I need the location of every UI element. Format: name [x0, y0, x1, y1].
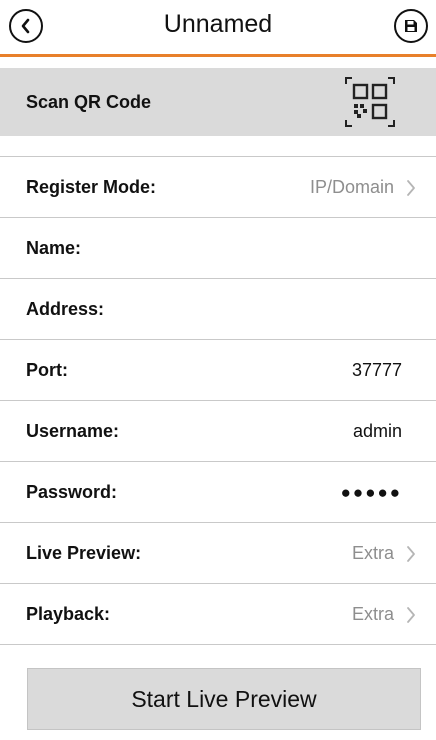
- save-icon: [405, 20, 417, 32]
- username-value[interactable]: admin: [353, 421, 402, 442]
- address-row[interactable]: Address:: [0, 279, 436, 340]
- password-label: Password:: [26, 482, 118, 502]
- save-button[interactable]: [394, 9, 428, 43]
- port-label: Port:: [26, 360, 68, 380]
- playback-label: Playback:: [26, 604, 111, 624]
- live-preview-label: Live Preview:: [26, 543, 142, 563]
- password-value[interactable]: ●●●●●: [341, 483, 402, 503]
- playback-row[interactable]: Playback: Extra: [0, 584, 436, 645]
- chevron-right-icon: [407, 546, 415, 562]
- register-mode-value: IP/Domain: [309, 177, 394, 197]
- address-label: Address:: [26, 299, 105, 319]
- password-row[interactable]: Password: ●●●●●: [0, 462, 436, 523]
- playback-value: Extra: [351, 604, 394, 624]
- page-title: Unnamed: [163, 10, 273, 38]
- chevron-right-icon: [407, 607, 415, 623]
- top-nav-bar: Unnamed: [0, 0, 436, 57]
- username-label: Username:: [26, 421, 120, 441]
- name-row[interactable]: Name:: [0, 218, 436, 279]
- port-row[interactable]: Port: 37777: [0, 340, 436, 401]
- settings-list: Register Mode: IP/Domain Name: Address: …: [0, 156, 436, 645]
- username-row[interactable]: Username: admin: [0, 401, 436, 462]
- live-preview-value: Extra: [351, 543, 394, 563]
- qr-code-icon: [345, 77, 395, 127]
- register-mode-label: Register Mode:: [26, 177, 157, 197]
- register-mode-row[interactable]: Register Mode: IP/Domain: [0, 157, 436, 218]
- name-label: Name:: [26, 238, 82, 258]
- scan-qr-label: Scan QR Code: [26, 92, 152, 112]
- start-live-preview-button[interactable]: Start Live Preview: [27, 668, 421, 730]
- scan-qr-row[interactable]: Scan QR Code: [0, 68, 436, 136]
- port-value[interactable]: 37777: [352, 360, 402, 381]
- chevron-right-icon: [407, 180, 415, 196]
- live-preview-row[interactable]: Live Preview: Extra: [0, 523, 436, 584]
